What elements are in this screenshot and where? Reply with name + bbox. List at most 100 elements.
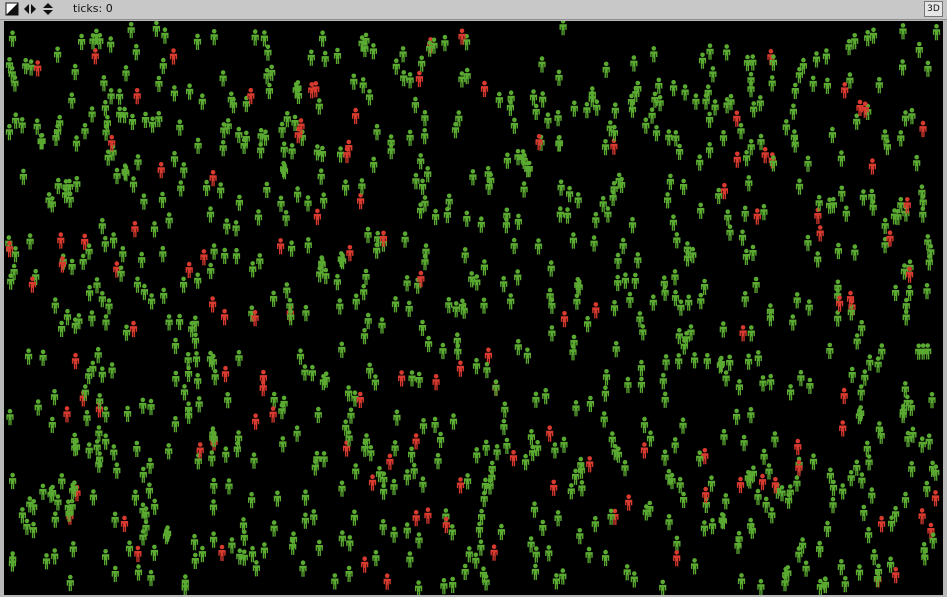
healthy-person-icon bbox=[757, 578, 765, 595]
healthy-person-icon bbox=[315, 539, 323, 556]
healthy-person-icon bbox=[611, 102, 619, 119]
healthy-person-icon bbox=[771, 431, 779, 448]
healthy-person-icon bbox=[176, 119, 184, 136]
healthy-person-icon bbox=[887, 556, 895, 573]
healthy-person-icon bbox=[539, 91, 547, 108]
healthy-person-icon bbox=[113, 462, 121, 479]
healthy-person-icon bbox=[198, 93, 206, 110]
healthy-person-icon bbox=[122, 324, 131, 341]
healthy-person-icon bbox=[107, 36, 115, 53]
vertical-arrows-icon[interactable] bbox=[41, 2, 55, 16]
healthy-person-icon bbox=[760, 204, 768, 221]
healthy-person-icon bbox=[288, 240, 296, 257]
healthy-person-icon bbox=[548, 325, 556, 342]
infected-person-icon bbox=[458, 28, 466, 45]
healthy-person-icon bbox=[501, 401, 509, 418]
horizontal-arrows-icon[interactable] bbox=[23, 2, 37, 16]
healthy-person-icon bbox=[804, 155, 812, 172]
healthy-person-icon bbox=[165, 443, 173, 460]
healthy-person-icon bbox=[461, 563, 469, 580]
healthy-person-icon bbox=[320, 451, 328, 468]
healthy-person-icon bbox=[370, 156, 378, 173]
infected-person-icon bbox=[209, 170, 217, 187]
healthy-person-icon bbox=[147, 569, 155, 587]
healthy-person-icon bbox=[829, 496, 837, 514]
healthy-person-icon bbox=[477, 539, 485, 556]
healthy-person-icon bbox=[223, 218, 231, 235]
healthy-person-icon bbox=[260, 542, 268, 559]
healthy-person-icon bbox=[148, 293, 156, 310]
healthy-person-icon bbox=[706, 43, 714, 60]
healthy-person-icon bbox=[319, 30, 327, 47]
healthy-person-icon bbox=[102, 433, 110, 450]
healthy-person-icon bbox=[918, 436, 926, 453]
healthy-person-icon bbox=[925, 433, 933, 450]
healthy-person-icon bbox=[768, 75, 776, 92]
healthy-person-icon bbox=[263, 181, 271, 198]
healthy-person-icon bbox=[408, 370, 416, 387]
healthy-person-icon bbox=[493, 444, 501, 461]
healthy-person-icon bbox=[685, 294, 693, 311]
infected-person-icon bbox=[839, 420, 847, 437]
view-3d-button[interactable]: 3D bbox=[924, 1, 943, 17]
healthy-person-icon bbox=[795, 178, 804, 195]
healthy-person-icon bbox=[211, 368, 219, 386]
healthy-person-icon bbox=[659, 579, 667, 595]
healthy-person-icon bbox=[378, 317, 386, 334]
healthy-person-icon bbox=[555, 69, 563, 86]
world-view[interactable] bbox=[4, 21, 943, 595]
healthy-person-icon bbox=[252, 560, 260, 577]
healthy-person-icon bbox=[482, 439, 490, 456]
healthy-person-icon bbox=[628, 216, 637, 234]
infected-person-icon bbox=[252, 413, 260, 430]
healthy-person-icon bbox=[722, 370, 730, 387]
healthy-person-icon bbox=[655, 77, 663, 94]
healthy-person-icon bbox=[364, 312, 372, 330]
healthy-person-icon bbox=[222, 446, 230, 463]
infected-person-icon bbox=[57, 232, 65, 249]
infected-person-icon bbox=[550, 479, 558, 496]
healthy-person-icon bbox=[81, 123, 89, 140]
healthy-person-icon bbox=[472, 357, 481, 375]
infected-person-icon bbox=[919, 120, 927, 138]
healthy-person-icon bbox=[301, 364, 309, 381]
healthy-person-icon bbox=[557, 179, 565, 196]
healthy-person-icon bbox=[664, 192, 672, 209]
healthy-person-icon bbox=[232, 247, 241, 265]
healthy-person-icon bbox=[270, 391, 278, 408]
healthy-person-icon bbox=[336, 298, 344, 315]
healthy-person-icon bbox=[855, 564, 864, 581]
healthy-person-icon bbox=[532, 103, 540, 120]
healthy-person-icon bbox=[630, 571, 638, 588]
healthy-person-icon bbox=[362, 268, 370, 285]
healthy-person-icon bbox=[697, 292, 705, 310]
healthy-person-icon bbox=[73, 176, 81, 193]
healthy-person-icon bbox=[853, 459, 861, 476]
healthy-person-icon bbox=[217, 182, 225, 199]
healthy-person-icon bbox=[98, 217, 106, 235]
infected-person-icon bbox=[34, 60, 42, 77]
healthy-person-icon bbox=[51, 548, 59, 565]
infected-person-icon bbox=[840, 387, 848, 405]
healthy-person-icon bbox=[54, 46, 62, 63]
healthy-person-icon bbox=[520, 181, 528, 198]
healthy-person-icon bbox=[301, 512, 309, 529]
infected-person-icon bbox=[221, 365, 230, 383]
resize-corner-icon[interactable] bbox=[5, 2, 19, 16]
healthy-person-icon bbox=[593, 99, 601, 116]
healthy-person-icon bbox=[107, 88, 115, 105]
infected-person-icon bbox=[586, 456, 594, 473]
healthy-person-icon bbox=[121, 106, 129, 124]
healthy-person-icon bbox=[899, 59, 907, 76]
healthy-person-icon bbox=[857, 384, 865, 401]
healthy-person-icon bbox=[270, 290, 278, 307]
healthy-person-icon bbox=[170, 150, 179, 168]
healthy-person-icon bbox=[743, 150, 751, 167]
healthy-person-icon bbox=[677, 299, 685, 316]
healthy-person-icon bbox=[129, 176, 138, 193]
healthy-person-icon bbox=[417, 202, 425, 219]
healthy-person-icon bbox=[673, 232, 681, 249]
healthy-person-icon bbox=[700, 520, 708, 537]
healthy-person-icon bbox=[411, 96, 419, 114]
healthy-person-icon bbox=[464, 473, 472, 490]
